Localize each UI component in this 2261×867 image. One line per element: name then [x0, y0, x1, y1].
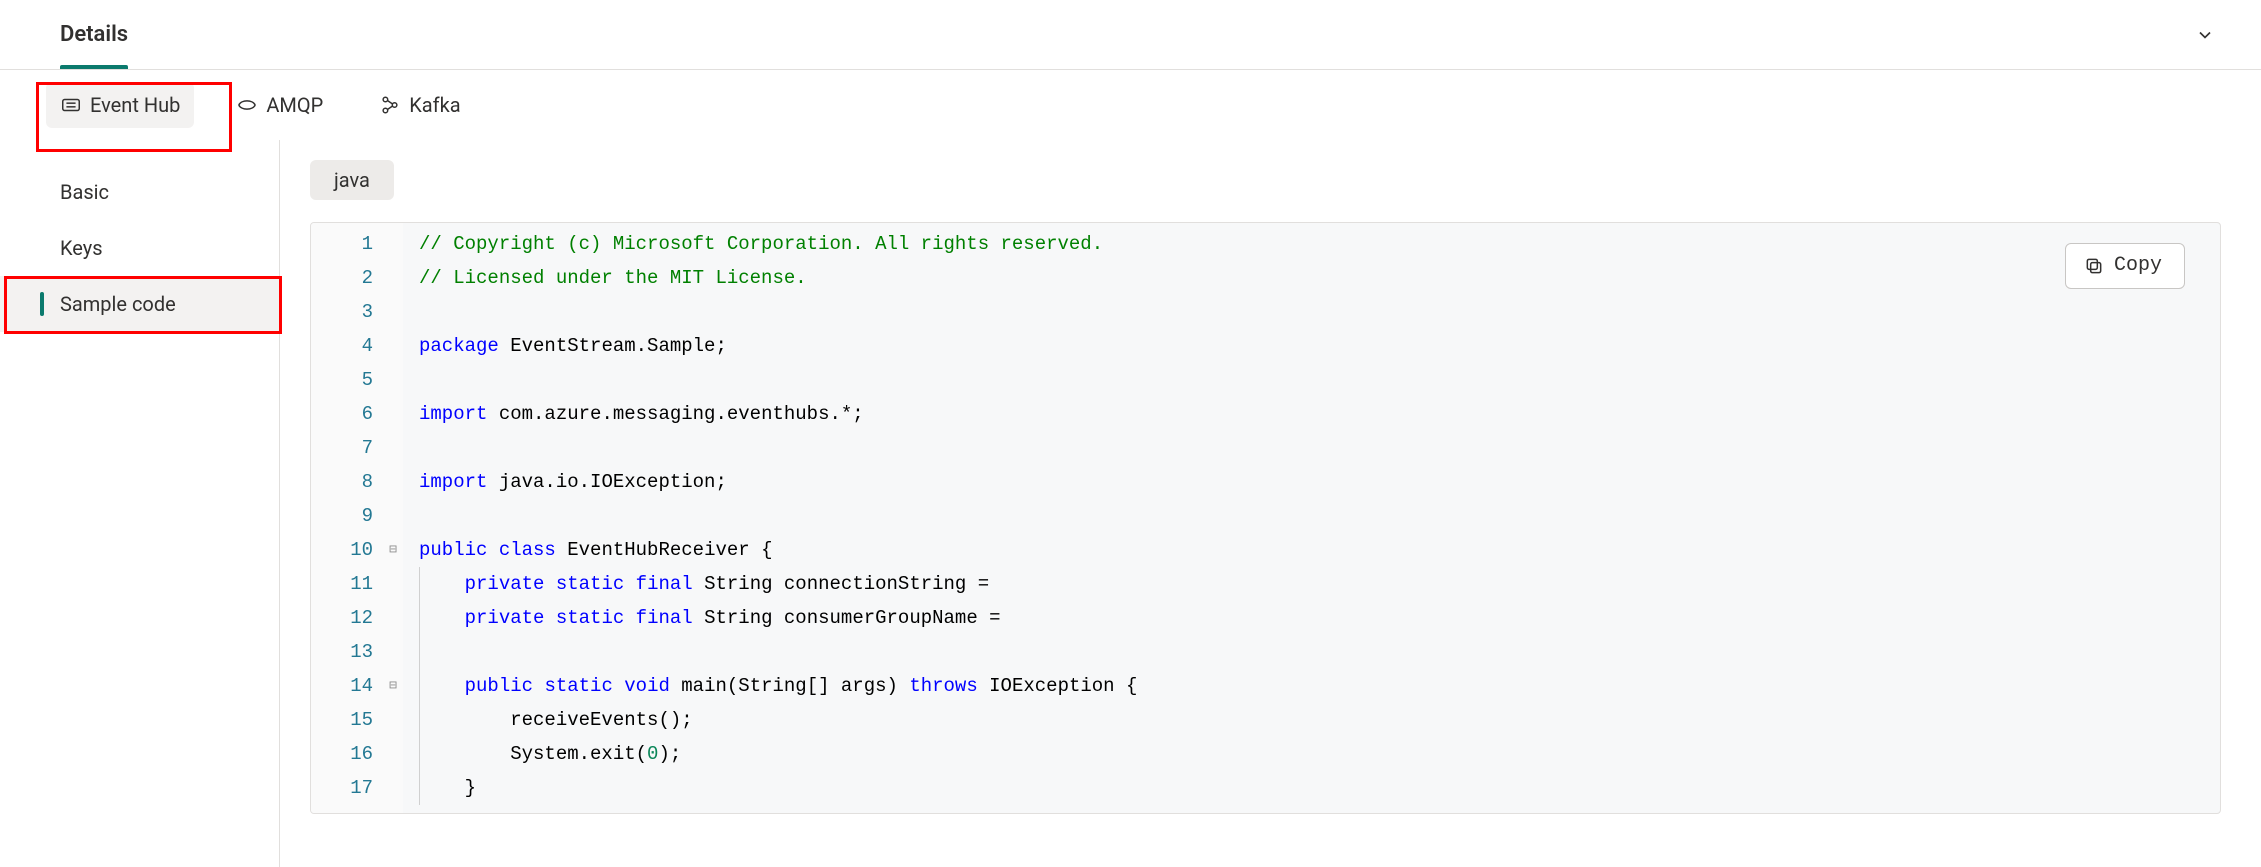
- protocol-tabs: Event Hub AMQP Kafka: [0, 70, 2261, 140]
- line-number: 3: [311, 295, 379, 329]
- fold-toggle[interactable]: ⊟: [383, 533, 403, 567]
- line-number: 4: [311, 329, 379, 363]
- language-pill[interactable]: java: [310, 160, 394, 200]
- sidebar-item-label: Sample code: [60, 292, 176, 316]
- line-number: 6: [311, 397, 379, 431]
- code-line[interactable]: private static final String connectionSt…: [419, 567, 2220, 601]
- line-number: 12: [311, 601, 379, 635]
- line-number-gutter: 123456789101112131415161718: [311, 223, 383, 813]
- eventhub-icon: [60, 94, 82, 116]
- fold-gutter: ⊟⊟: [383, 223, 403, 813]
- details-header: Details: [0, 0, 2261, 70]
- sidebar-item-label: Basic: [60, 180, 109, 204]
- protocol-tab-label: Kafka: [409, 93, 460, 117]
- line-number: 14: [311, 669, 379, 703]
- line-number: 8: [311, 465, 379, 499]
- line-number: 16: [311, 737, 379, 771]
- line-number: 15: [311, 703, 379, 737]
- protocol-tab-eventhub[interactable]: Event Hub: [46, 82, 194, 128]
- fold-toggle[interactable]: ⊟: [383, 669, 403, 703]
- code-body[interactable]: // Copyright (c) Microsoft Corporation. …: [403, 223, 2220, 813]
- protocol-tab-amqp[interactable]: AMQP: [222, 82, 337, 128]
- details-title: Details: [60, 22, 128, 47]
- line-number: 9: [311, 499, 379, 533]
- code-line[interactable]: [419, 499, 2220, 533]
- code-line[interactable]: private static final String consumerGrou…: [419, 601, 2220, 635]
- copy-button[interactable]: Copy: [2065, 243, 2185, 289]
- sidebar-item-label: Keys: [60, 236, 103, 260]
- protocol-tab-label: AMQP: [266, 93, 323, 117]
- code-line[interactable]: [419, 635, 2220, 669]
- code-line[interactable]: import java.io.IOException;: [419, 465, 2220, 499]
- protocol-tab-kafka[interactable]: Kafka: [365, 82, 474, 128]
- sidebar: Basic Keys Sample code: [0, 140, 280, 867]
- details-tab-underline: [60, 65, 128, 69]
- line-number: 5: [311, 363, 379, 397]
- line-number: 11: [311, 567, 379, 601]
- code-line[interactable]: package EventStream.Sample;: [419, 329, 2220, 363]
- protocol-tab-label: Event Hub: [90, 93, 180, 117]
- code-line[interactable]: }: [419, 771, 2220, 805]
- code-line[interactable]: import com.azure.messaging.eventhubs.*;: [419, 397, 2220, 431]
- chevron-down-icon: [2195, 25, 2215, 45]
- line-number: 7: [311, 431, 379, 465]
- line-number: 17: [311, 771, 379, 805]
- kafka-icon: [379, 94, 401, 116]
- code-line[interactable]: [419, 363, 2220, 397]
- sidebar-item-sample-code[interactable]: Sample code: [0, 276, 279, 332]
- code-line[interactable]: public static void main(String[] args) t…: [419, 669, 2220, 703]
- content: java 123456789101112131415161718 ⊟⊟ // C…: [280, 140, 2261, 867]
- code-line[interactable]: // Licensed under the MIT License.: [419, 261, 2220, 295]
- code-line[interactable]: public class EventHubReceiver {: [419, 533, 2220, 567]
- line-number: 10: [311, 533, 379, 567]
- code-line[interactable]: receiveEvents();: [419, 703, 2220, 737]
- code-line[interactable]: // Copyright (c) Microsoft Corporation. …: [419, 227, 2220, 261]
- sidebar-item-basic[interactable]: Basic: [0, 164, 279, 220]
- language-pill-label: java: [334, 168, 370, 192]
- details-tab[interactable]: Details: [60, 0, 128, 69]
- line-number: 1: [311, 227, 379, 261]
- line-number: 2: [311, 261, 379, 295]
- body-area: Basic Keys Sample code java 123456789101…: [0, 140, 2261, 867]
- amqp-icon: [236, 94, 258, 116]
- code-line[interactable]: [419, 431, 2220, 465]
- copy-button-label: Copy: [2114, 249, 2162, 283]
- sidebar-item-keys[interactable]: Keys: [0, 220, 279, 276]
- collapse-chevron[interactable]: [2189, 19, 2221, 51]
- line-number: 18: [311, 805, 379, 814]
- code-line[interactable]: [419, 295, 2220, 329]
- code-editor[interactable]: 123456789101112131415161718 ⊟⊟ // Copyri…: [310, 222, 2221, 814]
- line-number: 13: [311, 635, 379, 669]
- copy-icon: [2084, 256, 2104, 276]
- code-line[interactable]: [419, 805, 2220, 814]
- code-line[interactable]: System.exit(0);: [419, 737, 2220, 771]
